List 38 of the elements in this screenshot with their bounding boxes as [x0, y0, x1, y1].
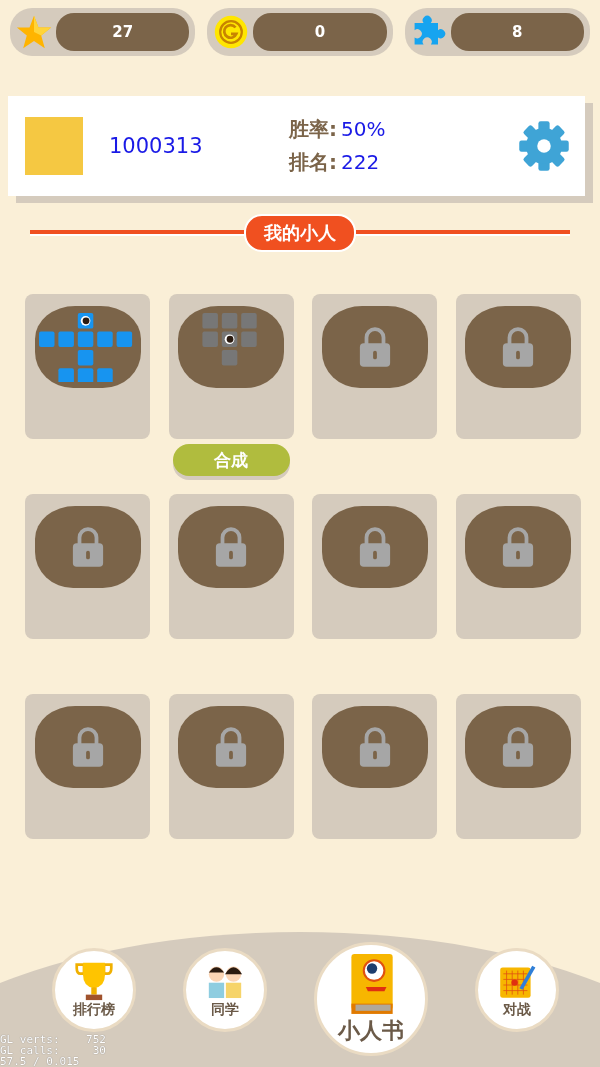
- padlock-icon: [501, 526, 535, 568]
- stat-value: 222: [341, 150, 380, 174]
- locked-slot[interactable]: [312, 494, 437, 639]
- locked-slot[interactable]: [455, 494, 581, 639]
- locked-slot[interactable]: [168, 694, 294, 839]
- debug-stat-text: 57.5 / 0.015: [0, 1056, 81, 1067]
- locked-slot[interactable]: [25, 694, 150, 839]
- settings-icon[interactable]: [517, 119, 571, 173]
- locked-slot[interactable]: [455, 294, 581, 439]
- locked-slot[interactable]: [312, 694, 437, 839]
- padlock-icon: [501, 326, 535, 368]
- padlock-icon: [357, 526, 392, 568]
- resource-value: 27: [56, 13, 190, 51]
- stat-label: 胜率:: [289, 116, 337, 143]
- locked-slot[interactable]: [455, 694, 581, 839]
- stat-label: 排名:: [289, 149, 337, 176]
- debug-stat-text: GL verts: 752: [0, 1034, 106, 1045]
- padlock-icon: [501, 726, 535, 768]
- coin-icon: [213, 14, 250, 50]
- resource-value: 8: [450, 13, 584, 51]
- player-id: 1000313: [109, 134, 204, 158]
- padlock-icon: [214, 526, 248, 568]
- padlock-icon: [357, 726, 392, 768]
- locked-slot[interactable]: [168, 494, 294, 639]
- section-title: 我的小人: [244, 214, 356, 252]
- resource-value: 0: [253, 13, 387, 51]
- padlock-icon: [214, 726, 248, 768]
- avatar-placeholder: [25, 117, 83, 175]
- locked-slot[interactable]: [312, 294, 437, 439]
- padlock-icon: [70, 526, 105, 568]
- stat-value: 50%: [341, 117, 386, 141]
- padlock-icon: [357, 326, 392, 368]
- padlock-icon: [70, 726, 105, 768]
- star-icon: [16, 14, 52, 50]
- figure-slot[interactable]: [168, 294, 294, 439]
- debug-stat-text: GL calls: 30: [0, 1045, 106, 1056]
- figure-slot[interactable]: [25, 294, 150, 439]
- locked-slot[interactable]: [25, 494, 150, 639]
